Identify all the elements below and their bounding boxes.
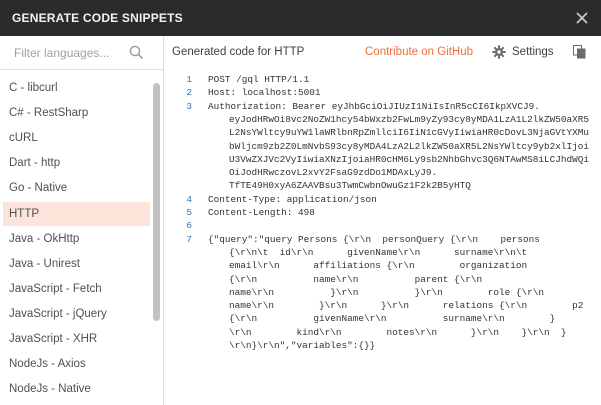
gear-icon [492,45,506,59]
language-list: C - libcurl C# - RestSharp cURL Dart - http… [0,72,150,405]
close-button[interactable] [573,9,591,27]
sidebar-item-language[interactable]: NodeJs - Native [3,377,150,401]
code-text: Authorization: Bearer eyJhbGciOiJIUzI1Ni… [208,100,540,112]
sidebar-item-language[interactable]: NodeJs - Axios [3,352,150,376]
settings-label: Settings [512,46,554,58]
code-text: U3VwZXJVc2VyIiwiaXNzIjoiaHR0cHM6Ly9sb2Nh… [229,153,590,165]
code-text: POST /gql HTTP/1.1 [208,74,310,85]
language-sidebar: C - libcurlC# - RestSharpcURLDart - http… [0,36,164,405]
code-text: email\r\n affiliations {\r\n organizatio… [229,260,528,272]
line-number: 7 [186,233,192,245]
sidebar-item-language[interactable]: Java - OkHttp [3,227,150,251]
sidebar-item-language[interactable]: C# - RestSharp [3,101,150,125]
code-editor[interactable]: 1 POST /gql HTTP/1.1 2 Host: localhost:5001… [165,70,601,405]
code-text: Host: localhost:5001 [208,87,321,99]
code-panel-header: Generated code for HTTP Contribute on Gi… [165,36,601,70]
sidebar-item-language[interactable]: HTTP [3,201,150,226]
close-icon [576,12,588,24]
line-number: 4 [186,193,192,205]
copy-icon[interactable] [573,45,586,59]
code-panel: Generated code for HTTP Contribute on Gi… [165,36,601,405]
language-search-input[interactable] [14,44,124,62]
code-text: TfTE49H0xyA6ZAAVBsu3TwmCwbnOwuGz1F2k2B5y… [229,180,471,192]
code-text: L2NsYWltcy9uYW1laWRlbnRpZmllciI6IiN1cGVy… [229,127,590,139]
contribute-github-link[interactable]: Contribute on GitHub [365,46,473,58]
code-text: {\r\n givenName\r\n surname\r\n } [229,313,556,325]
code-text: {\r\n name\r\n parent {\r\n [229,273,483,285]
sidebar-item-language[interactable]: C - libcurl [3,76,150,100]
code-text: {\r\n\t id\r\n givenName\r\n surname\r\n… [229,246,528,258]
code-text: name\r\n }\r\n }\r\n relations {\r\n p2 [229,300,584,312]
sidebar-item-language[interactable]: JavaScript - XHR [3,327,150,351]
sidebar-item-language[interactable]: Go - Native [3,176,150,200]
code-text: {"query":"query Persons {\r\n personQuer… [208,233,540,245]
code-text: Content-Length: 498 [208,207,315,218]
sidebar-item-language[interactable]: JavaScript - jQuery [3,302,150,326]
dialog-titlebar: GENERATE CODE SNIPPETS [0,0,601,36]
sidebar-item-language[interactable]: JavaScript - Fetch [3,277,150,301]
code-text: eyJodHRwOi8vc2NoZW1hcy54bWxzb2FwLm9yZy93… [229,113,590,125]
code-text: \r\n kind\r\n notes\r\n }\r\n }\r\n } [229,326,567,338]
language-list-scrollbar[interactable] [152,77,161,405]
code-text: name\r\n }\r\n }\r\n role {\r\n [229,286,545,298]
code-text: bWljcm9zb2Z0LmNvbS93cy8yMDA4LzA2L2lkZW50… [229,140,590,152]
sidebar-item-language[interactable]: cURL [3,126,150,150]
dialog-title: GENERATE CODE SNIPPETS [12,11,183,25]
line-number: 1 [186,74,192,85]
generated-code-label: Generated code for HTTP [172,46,305,58]
sidebar-item-language[interactable]: Dart - http [3,151,150,175]
line-number: 3 [186,100,192,112]
line-number: 2 [186,87,192,99]
language-search [0,36,163,70]
code-text: OiJodHRwczovL2xvY2FsaG9zdDo1MDAxLyJ9. [229,167,438,179]
line-number: 6 [186,220,192,232]
code-text: \r\n}\r\n","variables":{}} [229,340,376,351]
scrollbar-thumb[interactable] [153,83,160,321]
search-icon[interactable] [129,45,144,60]
line-number: 5 [186,207,192,218]
code-text: Content-Type: application/json [208,193,377,205]
sidebar-item-language[interactable]: Java - Unirest [3,252,150,276]
